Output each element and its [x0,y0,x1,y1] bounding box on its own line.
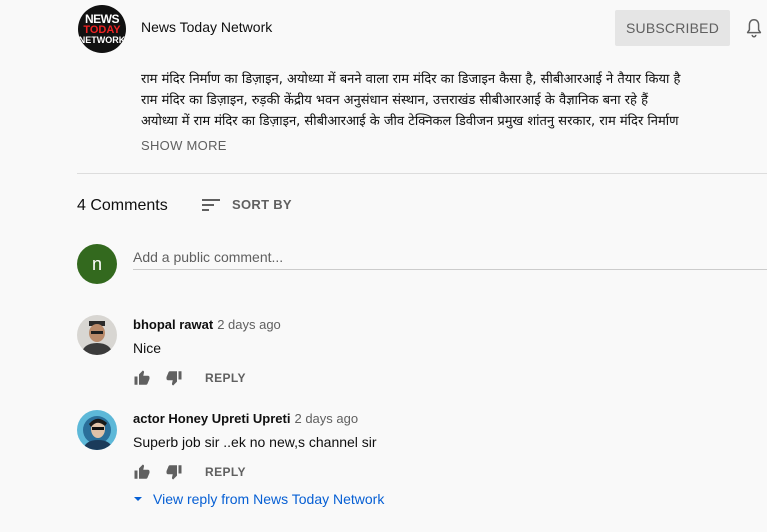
comment-count: 4 Comments [77,197,168,214]
comment-time[interactable]: 2 days ago [294,411,358,426]
commenter-avatar[interactable] [77,410,117,450]
like-icon[interactable] [133,463,151,481]
dislike-icon[interactable] [165,369,183,387]
caret-down-icon [134,497,142,501]
user-avatar: n [77,244,117,284]
comment-text: Nice [133,340,162,356]
sort-by-button[interactable]: SORT BY [232,197,292,212]
comment-text: Superb job sir ..ek no new,s channel sir [133,434,377,450]
dislike-icon[interactable] [165,463,183,481]
reply-button[interactable]: REPLY [205,465,246,479]
channel-avatar[interactable]: NEWS TODAY NETWORK [78,5,126,53]
sort-icon[interactable] [202,197,222,213]
comment-author[interactable]: bhopal rawat 2 days ago [133,317,281,332]
commenter-avatar-image [77,410,117,450]
description-line-1: राम मंदिर निर्माण का डिज़ाइन, अयोध्या मे… [141,72,681,87]
show-more-button[interactable]: SHOW MORE [141,138,227,153]
comment-author-name[interactable]: bhopal rawat [133,317,213,332]
divider [77,173,767,174]
like-icon[interactable] [133,369,151,387]
channel-avatar-line-3: NETWORK [78,35,126,45]
channel-name[interactable]: News Today Network [141,19,272,35]
view-reply-button[interactable]: View reply from News Today Network [133,491,384,507]
comment-time[interactable]: 2 days ago [217,317,281,332]
comment-author[interactable]: actor Honey Upreti Upreti 2 days ago [133,411,358,426]
reply-button[interactable]: REPLY [205,371,246,385]
description-line-3: अयोध्या में राम मंदिर का डिज़ाइन, सीबीआर… [141,114,679,129]
commenter-avatar[interactable] [77,315,117,355]
subscribed-button[interactable]: SUBSCRIBED [615,10,730,46]
comment-author-name[interactable]: actor Honey Upreti Upreti [133,411,290,426]
add-comment-input[interactable] [133,245,767,270]
notification-bell-icon[interactable] [743,17,765,39]
commenter-avatar-image [77,315,117,355]
description-line-2: राम मंदिर का डिज़ाइन, रुड़की केंद्रीय भव… [141,93,648,108]
view-reply-label: View reply from News Today Network [153,491,385,507]
